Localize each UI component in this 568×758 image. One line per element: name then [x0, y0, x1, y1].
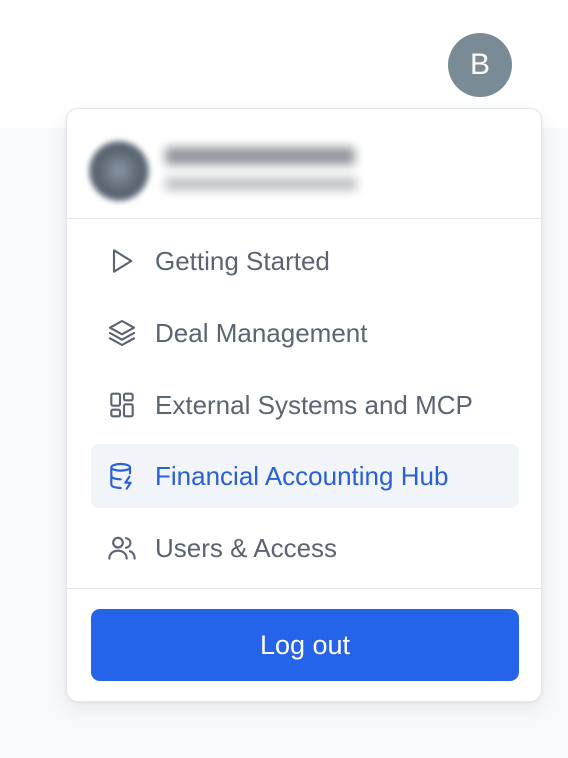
menu-divider [67, 588, 541, 589]
menu-item-deal-management[interactable]: Deal Management [91, 301, 519, 365]
profile-header [67, 109, 541, 219]
menu-item-external-systems[interactable]: External Systems and MCP [91, 373, 519, 437]
profile-name-redacted [165, 147, 355, 165]
menu-item-financial-accounting-hub[interactable]: Financial Accounting Hub [91, 444, 519, 508]
menu-item-users-access[interactable]: Users & Access [91, 516, 519, 580]
profile-avatar [89, 141, 149, 201]
menu-item-label: Users & Access [155, 532, 338, 563]
users-icon [105, 531, 139, 565]
profile-email-redacted [165, 177, 357, 191]
database-icon [105, 459, 139, 493]
grid-icon [105, 388, 139, 422]
menu-item-getting-started[interactable]: Getting Started [91, 229, 519, 293]
menu-item-label: Deal Management [155, 317, 368, 348]
menu-item-label: Financial Accounting Hub [155, 460, 449, 491]
logout-button[interactable]: Log out [91, 609, 519, 681]
user-avatar-button[interactable]: B [448, 33, 512, 97]
user-dropdown-menu: Getting Started Deal Management External… [66, 108, 542, 702]
layers-icon [105, 316, 139, 350]
avatar-initial: B [469, 48, 490, 81]
play-icon [105, 244, 139, 278]
menu-item-label: Getting Started [155, 245, 330, 276]
menu-item-label: External Systems and MCP [155, 389, 473, 420]
